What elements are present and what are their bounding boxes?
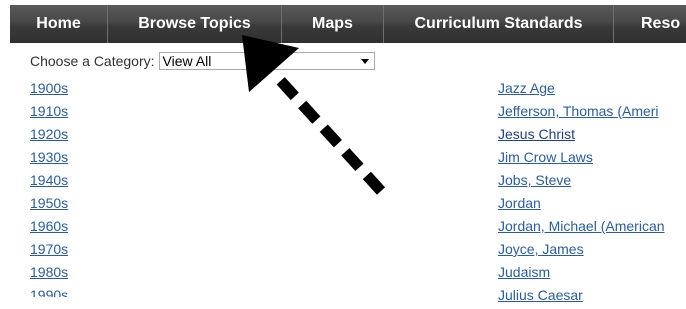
nav-resources[interactable]: Reso [614,5,686,43]
list-item: Judaism [498,264,686,287]
list-item: 1950s [30,195,210,218]
page: Home Browse Topics Maps Curriculum Stand… [0,0,686,309]
topic-link[interactable]: 1910s [30,103,68,119]
list-item: Jazz Age [498,80,686,103]
list-item: 1920s [30,126,210,149]
topic-link[interactable]: Jim Crow Laws [498,149,593,165]
topic-link[interactable]: Jesus Christ [498,126,575,142]
list-item: Joyce, James [498,241,686,264]
list-item: 1970s [30,241,210,264]
nav-browse-topics[interactable]: Browse Topics [108,5,282,43]
list-item: Jefferson, Thomas (Ameri [498,103,686,126]
nav-maps[interactable]: Maps [282,5,384,43]
list-item: Jobs, Steve [498,172,686,195]
list-item: Jordan [498,195,686,218]
topic-link[interactable]: 1960s [30,218,68,234]
topic-list-left: 1900s 1910s 1920s 1930s 1940s 1950s 1960… [30,80,210,287]
topic-link[interactable]: 1990s [30,287,150,297]
topic-link[interactable]: Joyce, James [498,241,584,257]
dropdown-arrow-icon [360,59,369,64]
list-item: Jordan, Michael (American [498,218,686,241]
topic-link[interactable]: 1980s [30,264,68,280]
category-label: Choose a Category: [30,53,155,69]
topic-link[interactable]: Jazz Age [498,80,555,96]
category-chooser: Choose a Category: View All [30,51,375,71]
topic-link[interactable]: 1920s [30,126,68,142]
topic-link[interactable]: 1930s [30,149,68,165]
topic-link[interactable]: 1900s [30,80,68,96]
nav-curriculum-standards[interactable]: Curriculum Standards [384,5,614,43]
list-item: 1930s [30,149,210,172]
list-item: 1960s [30,218,210,241]
nav-home[interactable]: Home [10,5,108,43]
category-selected-value: View All [162,53,212,69]
list-item: 1910s [30,103,210,126]
topic-link[interactable]: Jordan [498,195,541,211]
list-item: Jim Crow Laws [498,149,686,172]
arrow-shaft [274,75,386,195]
topic-link[interactable]: Jordan, Michael (American [498,218,665,234]
list-item: 1940s [30,172,210,195]
topic-link[interactable]: Judaism [498,264,550,280]
topic-link[interactable]: Jefferson, Thomas (Ameri [498,103,659,119]
topic-link[interactable]: Julius Caesar [498,287,583,303]
topic-link[interactable]: Jobs, Steve [498,172,571,188]
list-item: Julius Caesar [498,287,686,309]
partially-visible-item: 1990s [30,287,150,297]
topic-link[interactable]: 1950s [30,195,68,211]
topic-link[interactable]: 1970s [30,241,68,257]
topic-link[interactable]: 1940s [30,172,68,188]
list-item: 1980s [30,264,210,287]
topic-list-right: Jazz Age Jefferson, Thomas (Ameri Jesus … [498,80,686,309]
list-item: Jesus Christ [498,126,686,149]
category-select[interactable]: View All [158,52,375,70]
top-navigation-bar: Home Browse Topics Maps Curriculum Stand… [10,5,686,43]
list-item: 1900s [30,80,210,103]
